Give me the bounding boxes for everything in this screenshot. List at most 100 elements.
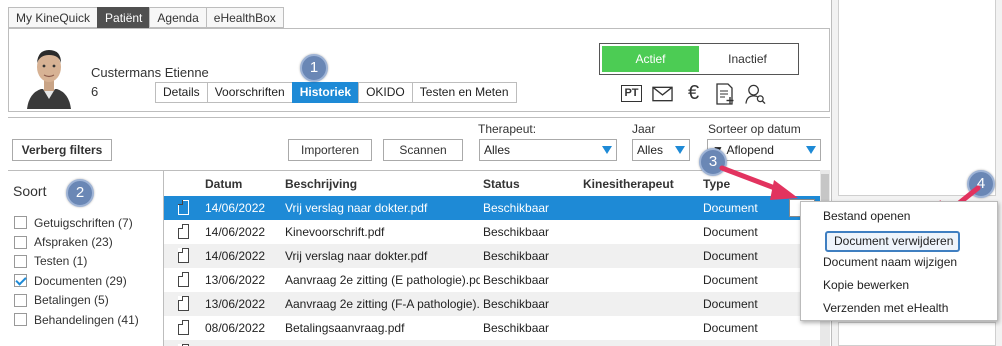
checkbox[interactable] (14, 293, 27, 307)
patient-sub-tabs: Details Voorschriften Historiek OKIDO Te… (155, 82, 517, 103)
filter-item-label: Betalingen (5) (34, 293, 109, 308)
document-icon (178, 296, 189, 311)
cell-type: Document (703, 225, 758, 239)
document-icon (178, 272, 189, 287)
cell-type: Document (703, 249, 758, 263)
cell-date: 14/06/2022 (205, 201, 266, 215)
therapist-select[interactable]: Alles (479, 139, 617, 161)
cell-date: 14/06/2022 (205, 249, 266, 263)
table-row[interactable]: 08/06/2022 Betalingsaanvraag.pdf Beschik… (164, 316, 820, 340)
filter-item-label: Testen (1) (34, 254, 88, 269)
table-row[interactable]: 14/06/2022 Kinevoorschrift.pdf Beschikba… (164, 220, 820, 244)
table-row[interactable]: 13/06/2022 Aanvraag 2e zitting (E pathol… (164, 268, 820, 292)
pt-icon[interactable]: PT (621, 83, 642, 104)
cell-status: Beschikbaar (483, 249, 550, 263)
filter-item-betalingen[interactable]: Betalingen (5) (14, 291, 139, 310)
cell-status: Beschikbaar (483, 225, 550, 239)
menu-item-rename-document[interactable]: Document naam wijzigen (823, 255, 957, 269)
document-add-icon[interactable] (714, 82, 735, 105)
column-header-beschrijving[interactable]: Beschrijving (285, 177, 357, 191)
filter-item-behandelingen[interactable]: Behandelingen (41) (14, 310, 139, 329)
cell-date: 14/06/2022 (205, 225, 266, 239)
menu-item-edit-copy[interactable]: Kopie bewerken (823, 278, 909, 292)
cell-status: Beschikbaar (483, 273, 550, 287)
tab-details[interactable]: Details (155, 82, 207, 103)
table-row-partial (164, 340, 820, 346)
cell-status: Beschikbaar (483, 321, 550, 335)
patient-number: 6 (91, 84, 99, 99)
patient-name: Custermans Etienne (91, 65, 209, 80)
patient-header: Custermans Etienne 6 Details Voorschrift… (8, 28, 830, 112)
step-badge-1: 1 (300, 54, 328, 82)
table-row[interactable]: 13/06/2022 Aanvraag 2e zitting (F-A path… (164, 292, 820, 316)
year-select-value: Alles (637, 143, 664, 157)
import-button[interactable]: Importeren (288, 139, 372, 161)
header-icon-row: PT € (621, 82, 766, 105)
checkbox[interactable] (14, 254, 27, 268)
right-panel-box-bottom (838, 322, 996, 346)
checkbox[interactable] (14, 313, 27, 327)
user-search-icon[interactable] (745, 83, 766, 104)
mail-icon[interactable] (652, 83, 673, 104)
right-panel-box (838, 0, 996, 196)
cell-description: Betalingsaanvraag.pdf (285, 321, 405, 335)
cell-date: 13/06/2022 (205, 273, 266, 287)
tab-my-kinequick[interactable]: My KineQuick (8, 7, 98, 28)
pt-icon-label: PT (621, 85, 642, 102)
filter-item-testen[interactable]: Testen (1) (14, 252, 139, 271)
chevron-down-icon (675, 146, 685, 154)
tab-historiek[interactable]: Historiek (291, 82, 359, 103)
menu-item-open-file[interactable]: Bestand openen (823, 209, 910, 223)
tab-patient[interactable]: Patiënt (97, 7, 150, 28)
column-header-status[interactable]: Status (483, 177, 520, 191)
cell-description: Aanvraag 2e zitting (E pathologie).pdf (285, 273, 480, 287)
checkbox[interactable] (14, 235, 27, 249)
tab-agenda[interactable]: Agenda (149, 7, 206, 28)
tab-voorschriften[interactable]: Voorschriften (206, 82, 292, 103)
hide-filters-button[interactable]: Verberg filters (12, 139, 112, 161)
year-select[interactable]: Alles (632, 139, 690, 161)
checkbox-checked[interactable] (14, 274, 27, 288)
step-badge-2: 2 (66, 179, 94, 207)
arrow-icon (719, 165, 798, 200)
chevron-down-icon (602, 146, 612, 154)
table-row[interactable]: 14/06/2022 Vrij verslag naar dokter.pdf … (164, 244, 820, 268)
top-tabs: My KineQuick Patiënt Agenda eHealthBox (8, 7, 284, 28)
tab-ehealthbox[interactable]: eHealthBox (205, 7, 284, 28)
cell-status: Beschikbaar (483, 201, 550, 215)
filter-item-afspraken[interactable]: Afspraken (23) (14, 232, 139, 251)
therapist-select-value: Alles (484, 143, 511, 157)
cell-type: Document (703, 297, 758, 311)
euro-icon[interactable]: € (683, 82, 704, 104)
menu-item-delete-document[interactable]: Document verwijderen (825, 231, 960, 252)
chevron-down-icon (806, 146, 816, 154)
tab-testen-en-meten[interactable]: Testen en Meten (411, 82, 517, 103)
checkbox[interactable] (14, 216, 27, 230)
filter-item-documenten[interactable]: Documenten (29) (14, 271, 139, 290)
menu-item-send-ehealth[interactable]: Verzenden met eHealth (823, 301, 948, 315)
filter-item-label: Documenten (29) (34, 273, 127, 288)
document-icon (178, 200, 189, 215)
year-label: Jaar (632, 122, 656, 136)
inactive-button[interactable]: Inactief (699, 46, 796, 72)
column-header-datum[interactable]: Datum (205, 177, 242, 191)
scan-button[interactable]: Scannen (383, 139, 463, 161)
document-icon (178, 248, 189, 263)
sidebar-title: Soort (13, 183, 47, 199)
avatar (23, 39, 75, 109)
filter-item-getuigschriften[interactable]: Getuigschriften (7) (14, 213, 139, 232)
tab-okido[interactable]: OKIDO (358, 82, 412, 103)
context-menu: Bestand openen Document verwijderen Docu… (800, 201, 998, 321)
filter-item-label: Getuigschriften (7) (34, 215, 133, 230)
status-toggle: Actief Inactief (599, 43, 799, 75)
cell-status: Beschikbaar (483, 297, 550, 311)
column-header-kinesitherapeut[interactable]: Kinesitherapeut (583, 177, 674, 191)
cell-description: Aanvraag 2e zitting (F-A pathologie).pdf (285, 297, 480, 311)
filter-item-label: Afspraken (23) (34, 235, 113, 250)
cell-description: Kinevoorschrift.pdf (285, 225, 385, 239)
cell-date: 08/06/2022 (205, 321, 266, 335)
cell-date: 13/06/2022 (205, 297, 266, 311)
cell-description: Vrij verslag naar dokter.pdf (285, 201, 428, 215)
document-icon (178, 224, 189, 239)
active-button[interactable]: Actief (602, 46, 699, 72)
